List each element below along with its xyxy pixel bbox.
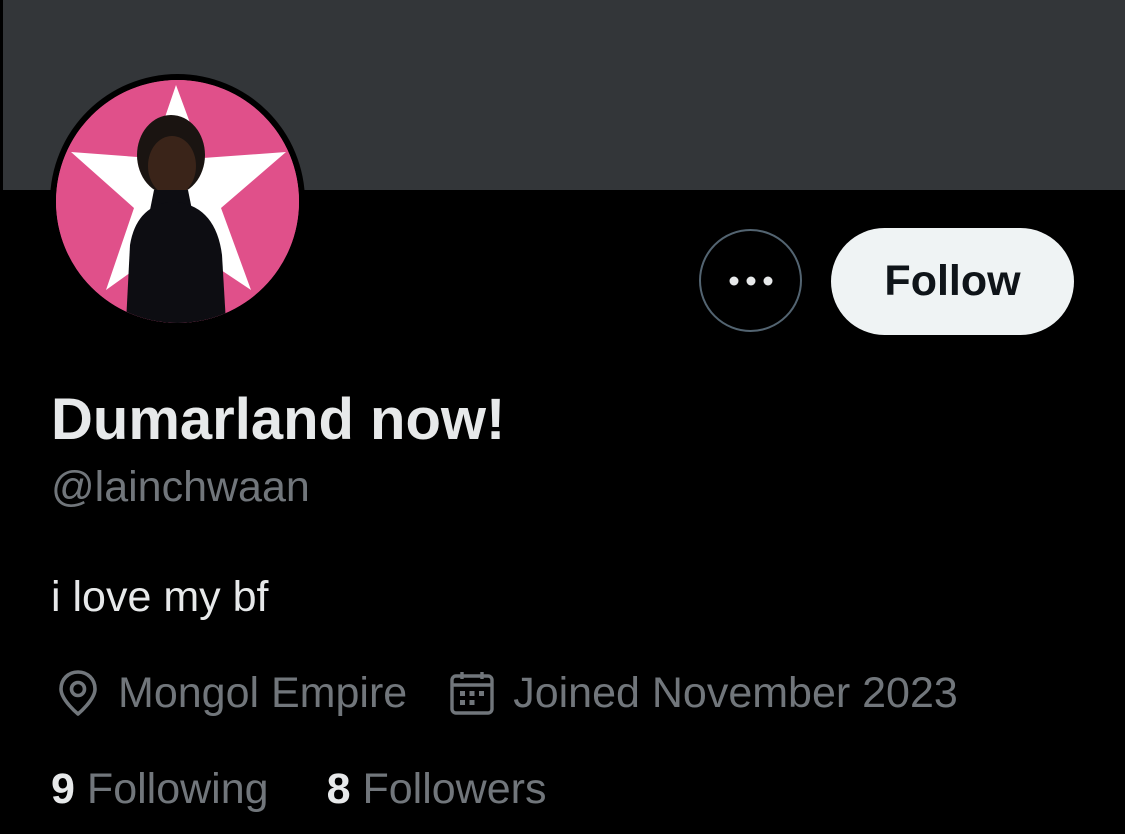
more-horizontal-icon (729, 276, 772, 285)
avatar-ring (50, 74, 305, 329)
followers-count: 8 (326, 765, 351, 813)
profile-display-name: Dumarland now! (51, 387, 506, 452)
followers-label: Followers (362, 765, 547, 813)
calendar-icon (449, 670, 495, 716)
follow-button[interactable]: Follow (831, 228, 1074, 335)
profile-stats-row: 9 Following 8 Followers (51, 765, 546, 814)
following-link[interactable]: 9 Following (51, 765, 269, 814)
joined-text: Joined November 2023 (513, 668, 958, 717)
profile-handle: @lainchwaan (51, 463, 310, 511)
joined-item: Joined November 2023 (449, 669, 958, 718)
followers-link[interactable]: 8 Followers (327, 765, 547, 814)
location-text: Mongol Empire (118, 668, 408, 717)
profile-bio: i love my bf (51, 573, 269, 621)
profile-meta-row: Mongol Empire Joined November 2023 (56, 665, 958, 721)
more-options-button[interactable] (699, 229, 802, 332)
location-item: Mongol Empire (56, 669, 407, 718)
avatar-image (56, 80, 299, 323)
following-count: 9 (51, 765, 75, 813)
following-label: Following (86, 765, 269, 813)
location-pin-icon (56, 669, 100, 717)
avatar[interactable] (56, 80, 299, 323)
